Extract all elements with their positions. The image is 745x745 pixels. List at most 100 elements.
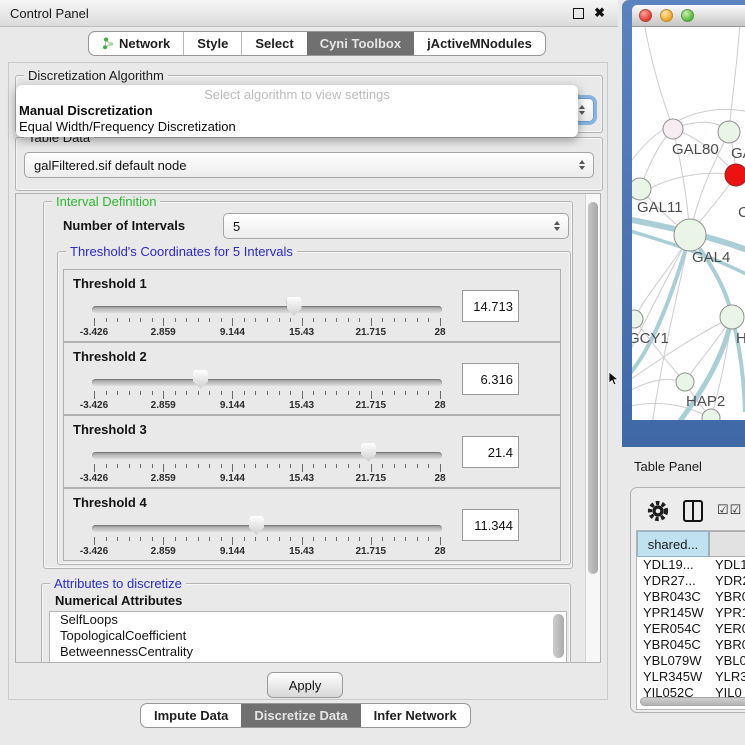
float-panel-icon[interactable]: [573, 8, 584, 19]
network-edge[interactable]: [729, 27, 740, 132]
algorithm-option-equal-width-frequency-discretization[interactable]: Equal Width/Frequency Discretization: [16, 119, 578, 135]
tick-mark: [290, 318, 291, 322]
network-node[interactable]: [674, 219, 706, 251]
network-edge[interactable]: [634, 319, 685, 382]
threshold-2-value-field[interactable]: 6.316: [462, 363, 519, 395]
tick-mark: [152, 391, 153, 395]
tick-mark: [198, 391, 199, 395]
tick-label: 9.144: [220, 327, 245, 338]
attribute-item-topologicalcoefficient[interactable]: TopologicalCoefficient: [50, 628, 566, 644]
threshold-4-value-field[interactable]: 11.344: [462, 509, 519, 541]
tab-cyni-toolbox[interactable]: Cyni Toolbox: [307, 32, 414, 55]
node-label-c: C: [738, 204, 745, 221]
network-node[interactable]: [720, 305, 744, 329]
tick-mark: [232, 537, 233, 545]
tab-impute-data[interactable]: Impute Data: [141, 704, 241, 727]
table-row[interactable]: YPR145WYPR1: [637, 605, 745, 621]
control-panel-window: Control Panel ✖ NetworkStyleSelectCyni T…: [0, 0, 618, 745]
table-cell: YDR27...: [637, 573, 709, 589]
network-node[interactable]: [725, 164, 745, 186]
tick-label: 15.43: [289, 327, 314, 338]
attribute-item-betweennesscentrality[interactable]: BetweennessCentrality: [50, 644, 566, 660]
table-row[interactable]: YBR045CYBR0: [637, 637, 745, 653]
tick-mark: [198, 537, 199, 541]
tick-label: 2.859: [151, 327, 176, 338]
node-label-h: H: [736, 330, 745, 347]
settings-scrollbar-thumb[interactable]: [588, 202, 598, 574]
table-row[interactable]: YDL19...YDL1: [637, 557, 745, 573]
algorithm-option-manual-discretization[interactable]: Manual Discretization: [16, 103, 578, 119]
screen: Control Panel ✖ NetworkStyleSelectCyni T…: [0, 0, 745, 745]
network-node[interactable]: [718, 121, 740, 143]
column-header-shared[interactable]: shared...: [637, 531, 709, 557]
tick-mark: [140, 391, 141, 395]
zoom-light-icon[interactable]: [681, 9, 694, 22]
attribute-item-selfloops[interactable]: SelfLoops: [50, 612, 566, 628]
tab-style[interactable]: Style: [183, 32, 241, 55]
tick-mark: [140, 318, 141, 322]
node-label-gal80: GAL80: [672, 141, 719, 158]
threshold-label: Threshold 4: [73, 495, 147, 510]
close-panel-icon[interactable]: ✖: [594, 5, 605, 20]
network-node[interactable]: [632, 178, 651, 200]
tick-mark: [313, 464, 314, 468]
table-row[interactable]: YLR345WYLR3: [637, 669, 745, 685]
threshold-1-value-field[interactable]: 14.713: [462, 290, 519, 322]
network-node[interactable]: [663, 119, 683, 139]
tab-infer-network[interactable]: Infer Network: [361, 704, 470, 727]
tick-mark: [325, 391, 326, 395]
table-row[interactable]: YBR043CYBR0: [637, 589, 745, 605]
tab-discretize-data[interactable]: Discretize Data: [241, 704, 360, 727]
tab-network[interactable]: Network: [89, 32, 183, 55]
tick-mark: [359, 318, 360, 322]
tick-label: 2.859: [151, 473, 176, 484]
network-view-window[interactable]: GAL80GAGAL11CGAL4GCY1HHAP2: [622, 0, 745, 447]
tab-jactivemnodules[interactable]: jActiveMNodules: [414, 32, 545, 55]
network-edge-highlighted[interactable]: [632, 235, 690, 377]
table-data-combo[interactable]: galFiltered.sif default node: [24, 152, 594, 178]
tick-label: 21.715: [356, 546, 387, 557]
network-canvas[interactable]: GAL80GAGAL11CGAL4GCY1HHAP2: [632, 27, 745, 420]
threshold-2-slider[interactable]: [92, 379, 442, 386]
table-row[interactable]: YBL079WYBL0: [637, 653, 745, 669]
tab-select[interactable]: Select: [241, 32, 306, 55]
node-label-gal4: GAL4: [692, 249, 730, 266]
network-edge[interactable]: [644, 27, 673, 129]
number-of-intervals-combo[interactable]: 5: [223, 213, 569, 239]
network-node[interactable]: [632, 310, 643, 328]
tick-mark: [440, 537, 441, 545]
slider-thumb-icon[interactable]: [249, 516, 264, 535]
apply-button[interactable]: Apply: [267, 672, 343, 698]
settings-scrollbar[interactable]: [585, 194, 600, 662]
gear-icon[interactable]: [647, 500, 669, 522]
tick-mark: [336, 464, 337, 468]
split-columns-icon[interactable]: [683, 500, 703, 522]
slider-thumb-icon[interactable]: [193, 370, 208, 389]
list-scrollbar-thumb[interactable]: [553, 614, 564, 658]
threshold-3-slider[interactable]: [92, 452, 442, 459]
cyni-toolbox-panel: Discretization Algorithm Select algorith…: [8, 62, 608, 700]
tick-mark: [313, 391, 314, 395]
threshold-3-value-field[interactable]: 21.4: [462, 436, 519, 468]
tick-label: 28: [434, 546, 445, 557]
tick-mark: [244, 464, 245, 468]
network-node[interactable]: [676, 373, 694, 391]
slider-thumb-icon[interactable]: [361, 443, 376, 462]
close-light-icon[interactable]: [639, 9, 652, 22]
table-row[interactable]: YDR27...YDR2: [637, 573, 745, 589]
table-cell: YER0: [709, 621, 745, 637]
tick-mark: [255, 537, 256, 541]
tick-mark: [129, 537, 130, 541]
tick-mark: [348, 537, 349, 541]
table-hscrollbar-thumb[interactable]: [640, 697, 745, 706]
column-header-n[interactable]: n: [709, 531, 745, 557]
threshold-4-slider[interactable]: [92, 525, 442, 532]
slider-thumb-icon[interactable]: [287, 297, 302, 316]
table-row[interactable]: YER054CYER0: [637, 621, 745, 637]
minimize-light-icon[interactable]: [660, 9, 673, 22]
tick-mark: [232, 391, 233, 399]
algorithm-placeholder-option[interactable]: Select algorithm to view settings: [16, 87, 578, 103]
threshold-1-slider[interactable]: [92, 306, 442, 313]
tick-mark: [290, 391, 291, 395]
checkbox-icons[interactable]: ☑☑: [717, 502, 742, 518]
